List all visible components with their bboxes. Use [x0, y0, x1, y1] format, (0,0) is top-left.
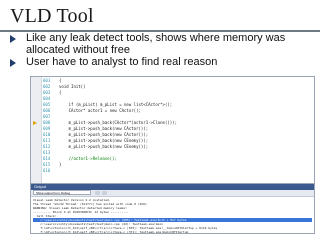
- output-lines: Visual Leak Detector Version 2.2 install…: [31, 197, 314, 233]
- code-editor[interactable]: 601{602 void Init() 603{604 605 if (m_pList…: [31, 77, 314, 183]
- output-source-select[interactable]: Show output from: Debug: [33, 190, 91, 195]
- code-lines: 601{602 void Init() 603{604 605 if (m_pList…: [43, 78, 311, 174]
- bullet-text: Like any leak detect tools, shows where …: [26, 32, 286, 56]
- bullet-list: Like any leak detect tools, shows where …: [10, 32, 315, 68]
- bullet-arrow-icon: [10, 35, 16, 43]
- output-panel: Output Show output from: Debug Visual Le…: [31, 183, 314, 233]
- current-line-arrow-icon: [33, 121, 37, 125]
- ide-screenshot: 601{602 void Init() 603{604 605 if (m_pList…: [30, 76, 315, 234]
- line-number: 616: [43, 168, 51, 173]
- output-toolbar: Show output from: Debug: [31, 190, 314, 197]
- slide-title: VLD Tool: [10, 5, 94, 27]
- editor-gutter: [31, 77, 42, 183]
- word-wrap-icon[interactable]: [102, 191, 107, 195]
- code-line: 616: [43, 168, 311, 174]
- bullet-arrow-icon: [10, 59, 16, 67]
- output-line[interactable]: f:\dd\vctools\crt_bld\self_x86\crt\src\c…: [33, 230, 312, 233]
- bullet-item: Like any leak detect tools, shows where …: [10, 32, 315, 56]
- bullet-text: User have to analyst to find real reason: [26, 56, 218, 68]
- clear-output-icon[interactable]: [95, 191, 100, 195]
- bullet-item: User have to analyst to find real reason: [10, 56, 315, 68]
